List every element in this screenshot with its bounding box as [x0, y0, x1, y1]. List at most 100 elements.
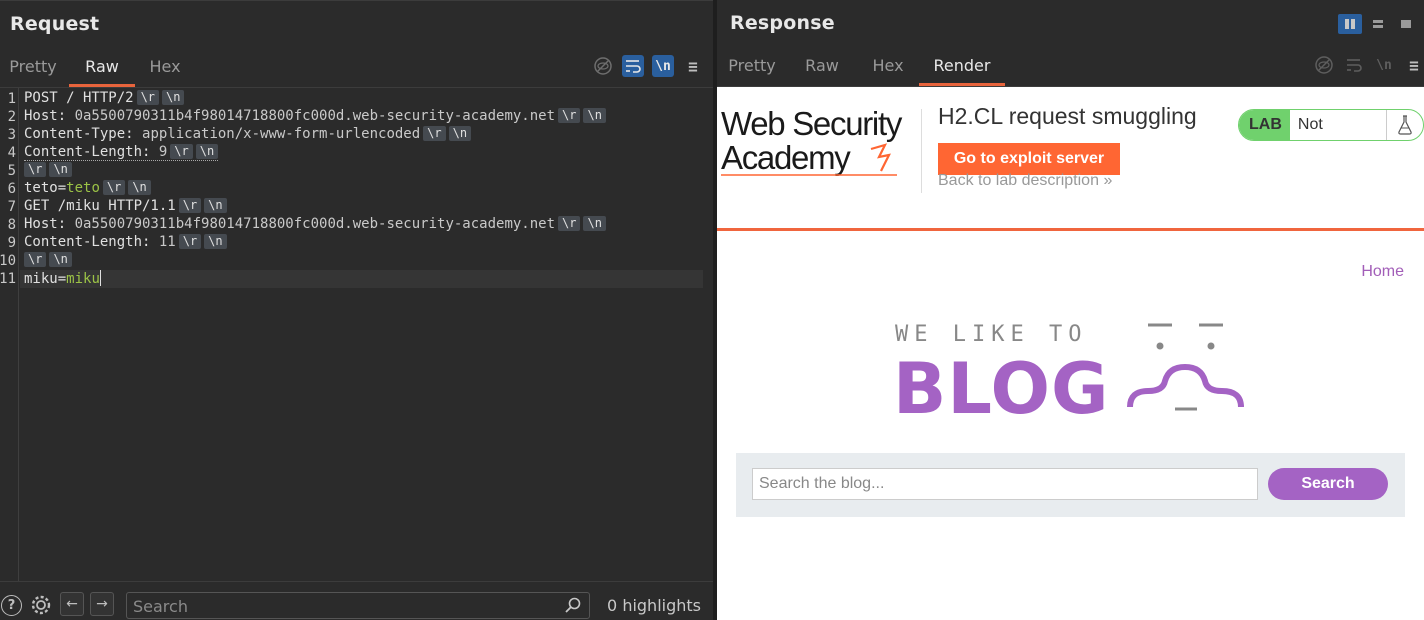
lab-status-text: Not solved	[1290, 110, 1388, 140]
menu-icon[interactable]: ≡	[682, 55, 704, 77]
header-name: Host:	[24, 216, 75, 232]
request-search-bar: ? ← → 0 highlights	[0, 581, 713, 620]
request-line-current: miku=miku	[20, 270, 703, 288]
lf-marker: \n	[583, 216, 606, 231]
cr-marker: \r	[170, 144, 193, 159]
double-chevron-icon: »	[1103, 172, 1113, 189]
cr-marker: \r	[178, 198, 202, 213]
settings-gear-icon[interactable]	[30, 594, 52, 616]
lf-marker: \n	[204, 198, 227, 213]
line-number: 9	[7, 235, 16, 251]
cr-marker: \r	[102, 180, 126, 195]
blog-search-section: Search	[736, 453, 1405, 517]
we-like-to-blog-logo: WE LIKE TO BLOG	[893, 322, 1244, 419]
line-number: 2	[7, 109, 16, 125]
request-pane: Request Pretty Raw Hex \n ≡ 1 2 3 4 5 6 …	[0, 0, 713, 620]
request-line: Content-Length: 9 \r \n	[24, 144, 219, 162]
stacked-layout-icon[interactable]	[1366, 14, 1390, 34]
cr-marker: \r	[136, 90, 160, 105]
request-line: teto=teto \r \n	[24, 180, 151, 198]
line-number: 11	[0, 271, 16, 287]
rendered-response: Web Security Academy H2.CL request smugg…	[717, 86, 1424, 620]
tab-render[interactable]: Render	[919, 50, 1005, 86]
academy-lab-header: Web Security Academy H2.CL request smugg…	[717, 87, 1424, 231]
request-tabs: Pretty Raw Hex	[0, 51, 195, 87]
lf-marker: \n	[204, 234, 227, 249]
request-line-text: GET /miku HTTP/1.1	[24, 198, 176, 214]
header-name: Content-Length:	[24, 234, 159, 250]
header-name: Content-Length:	[24, 144, 159, 160]
tab-hex[interactable]: Hex	[135, 51, 195, 87]
cr-marker: \r	[24, 252, 47, 267]
request-line: Content-Length: 11 \r \n	[24, 234, 227, 252]
param-name: miku=	[24, 271, 67, 287]
side-by-side-layout-icon[interactable]	[1338, 14, 1362, 34]
header-value: 0a5500790311b4f98014718800fc000d.web-sec…	[74, 216, 556, 232]
line-number-gutter: 1 2 3 4 5 6 7 8 9 10 11	[0, 88, 19, 582]
hide-nonprinting-icon[interactable]	[1313, 54, 1335, 76]
wrap-lines-icon[interactable]	[622, 55, 644, 77]
tab-hex[interactable]: Hex	[857, 50, 919, 86]
menu-icon[interactable]: ≡	[1403, 54, 1424, 76]
request-line: Host: 0a5500790311b4f98014718800fc000d.w…	[24, 216, 606, 234]
next-arrow-icon[interactable]: →	[90, 592, 114, 616]
wrap-lines-icon[interactable]	[1343, 54, 1365, 76]
request-search-field[interactable]	[126, 592, 590, 619]
lf-marker: \n	[49, 252, 72, 267]
line-number: 4	[7, 145, 16, 161]
param-name: teto=	[24, 180, 67, 196]
param-value: miku	[66, 271, 100, 287]
blog-search-button[interactable]: Search	[1268, 468, 1388, 500]
web-security-academy-logo: Web Security Academy	[721, 105, 904, 176]
show-newlines-icon[interactable]: \n	[1373, 54, 1395, 76]
line-number: 3	[7, 127, 16, 143]
header-value: application/x-www-form-urlencoded	[142, 126, 421, 142]
request-search-input[interactable]	[133, 595, 553, 617]
line-number: 10	[0, 253, 16, 269]
previous-arrow-icon[interactable]: ←	[60, 592, 84, 616]
help-icon[interactable]: ?	[1, 595, 22, 616]
line-number: 1	[7, 91, 16, 107]
cr-marker: \r	[558, 216, 581, 231]
request-line: GET /miku HTTP/1.1 \r \n	[24, 198, 227, 216]
tab-raw[interactable]: Raw	[69, 51, 135, 87]
blog-word: BLOG	[893, 348, 1109, 419]
home-link[interactable]: Home	[1361, 263, 1404, 281]
flask-icon	[1387, 110, 1423, 140]
header-value: 11	[158, 234, 176, 250]
line-number: 7	[7, 199, 16, 215]
header-name: Content-Type:	[24, 126, 143, 142]
header-name: Host:	[24, 108, 75, 124]
cr-marker: \r	[423, 126, 446, 141]
lab-label: LAB	[1239, 110, 1290, 140]
lf-marker: \n	[128, 180, 151, 195]
layout-toggle-group	[1338, 14, 1418, 34]
svg-text:Academy: Academy	[721, 139, 851, 176]
tab-pretty[interactable]: Pretty	[0, 51, 66, 87]
show-newlines-icon[interactable]: \n	[652, 55, 674, 77]
line-number: 5	[7, 163, 16, 179]
single-pane-layout-icon[interactable]	[1394, 14, 1418, 34]
highlights-count: 0 highlights	[607, 596, 701, 615]
request-line-text: POST / HTTP/2	[24, 90, 134, 106]
response-title: Response	[730, 12, 835, 34]
svg-text:Web Security: Web Security	[721, 105, 903, 142]
text-caret	[99, 270, 101, 286]
lf-marker: \n	[195, 144, 219, 159]
hide-nonprinting-icon[interactable]	[592, 55, 614, 77]
cr-marker: \r	[178, 234, 202, 249]
header-value: 0a5500790311b4f98014718800fc000d.web-sec…	[74, 108, 556, 124]
lf-marker: \n	[49, 162, 72, 177]
line-number: 8	[7, 217, 16, 233]
go-to-exploit-server-button[interactable]: Go to exploit server	[938, 143, 1120, 175]
request-line: \r \n	[24, 162, 72, 180]
request-toolbar: \n ≡	[592, 55, 704, 77]
request-title: Request	[10, 13, 100, 35]
back-to-lab-description-link[interactable]: Back to lab description »	[938, 172, 1112, 190]
blog-search-input[interactable]	[752, 468, 1258, 500]
tab-raw[interactable]: Raw	[787, 50, 857, 86]
tab-pretty[interactable]: Pretty	[717, 50, 787, 86]
request-editor[interactable]: 1 2 3 4 5 6 7 8 9 10 11 POST / HTTP/2 \r \…	[0, 87, 713, 582]
response-toolbar: \n ≡	[1313, 54, 1424, 76]
lab-status-badge: LAB Not solved	[1238, 109, 1424, 141]
